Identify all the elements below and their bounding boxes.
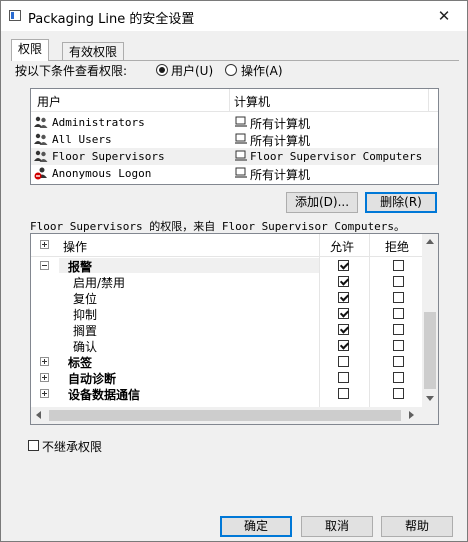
allow-checkbox[interactable] [338, 276, 349, 287]
radio-by-user-label[interactable]: 用户(U) [171, 62, 213, 79]
cancel-button[interactable]: 取消 [301, 516, 373, 537]
scroll-down-arrow-icon[interactable] [426, 396, 434, 401]
computer-name: 所有计算机 [250, 117, 311, 131]
permission-label: 搁置 [73, 324, 98, 338]
deny-checkbox[interactable] [393, 260, 404, 271]
allow-checkbox[interactable] [338, 388, 349, 399]
remove-button[interactable]: 删除(R) [365, 192, 437, 213]
permission-group-tags[interactable]: 标签 [31, 354, 423, 370]
deny-checkbox[interactable] [393, 388, 404, 399]
permission-row[interactable]: 搁置 [31, 322, 423, 338]
deny-checkbox[interactable] [393, 356, 404, 367]
computer-icon [235, 150, 247, 161]
deny-checkbox[interactable] [393, 372, 404, 383]
permissions-grid[interactable]: 操作 允许 拒绝 报警 启用/禁用 复位 抑制 搁置 确认 标签 自动诊断 设备… [30, 233, 439, 425]
expand-all-icon[interactable] [40, 240, 49, 249]
permission-label: 抑制 [73, 308, 98, 322]
list-item[interactable]: Administrators 所有计算机 [31, 114, 438, 131]
permission-row[interactable]: 复位 [31, 290, 423, 306]
computer-icon [235, 133, 247, 144]
allow-checkbox[interactable] [338, 308, 349, 319]
permission-row[interactable]: 抑制 [31, 306, 423, 322]
tab-permissions[interactable]: 权限 [11, 39, 50, 61]
user-name: Anonymous Logon [52, 167, 152, 180]
inherit-permissions-label[interactable]: 不继承权限 [42, 438, 102, 455]
permission-label: 设备数据通信 [68, 388, 141, 402]
expand-icon[interactable] [40, 389, 49, 398]
scroll-right-arrow-icon[interactable] [409, 411, 414, 419]
close-icon: ✕ [437, 7, 451, 25]
permission-group-auto-diagnostics[interactable]: 自动诊断 [31, 370, 423, 386]
permission-label: 标签 [68, 356, 93, 370]
permission-label: 自动诊断 [68, 372, 117, 386]
user-group-icon [34, 133, 48, 145]
permissions-header: 操作 允许 拒绝 [31, 234, 423, 257]
permission-label: 确认 [73, 340, 98, 354]
allow-checkbox[interactable] [338, 260, 349, 271]
radio-by-action-label[interactable]: 操作(A) [241, 62, 283, 79]
vertical-scrollbar[interactable] [422, 234, 438, 407]
expand-icon[interactable] [40, 357, 49, 366]
collapse-icon[interactable] [40, 261, 49, 270]
anonymous-user-icon [34, 167, 47, 180]
user-name: All Users [52, 133, 112, 146]
window-title: Packaging Line 的安全设置 [28, 12, 195, 27]
radio-by-user[interactable] [156, 64, 168, 76]
tab-effective-permissions[interactable]: 有效权限 [62, 42, 125, 60]
deny-checkbox[interactable] [393, 292, 404, 303]
deny-checkbox[interactable] [393, 276, 404, 287]
computer-name: 所有计算机 [250, 134, 311, 148]
permission-group-alarms[interactable]: 报警 [31, 258, 423, 274]
expand-icon[interactable] [40, 373, 49, 382]
computer-name: 所有计算机 [250, 168, 311, 182]
column-header-user[interactable]: 用户 [37, 93, 61, 110]
horizontal-scrollbar[interactable] [31, 407, 422, 424]
help-button[interactable]: 帮助 [381, 516, 453, 537]
scrollbar-thumb[interactable] [49, 410, 401, 421]
radio-by-action[interactable] [225, 64, 237, 76]
ok-button[interactable]: 确定 [220, 516, 292, 537]
deny-checkbox[interactable] [393, 340, 404, 351]
permissions-caption: Floor Supervisors 的权限，来自 Floor Superviso… [30, 220, 406, 233]
user-name: Floor Supervisors [52, 150, 165, 163]
scrollbar-thumb[interactable] [424, 312, 436, 389]
computer-name: Floor Supervisor Computers [250, 150, 423, 163]
computer-icon [235, 116, 247, 127]
list-item[interactable]: Anonymous Logon 所有计算机 [31, 165, 438, 182]
allow-checkbox[interactable] [338, 292, 349, 303]
permission-group-device-data-comm[interactable]: 设备数据通信 [31, 386, 423, 402]
permission-row[interactable]: 确认 [31, 338, 423, 354]
close-button[interactable]: ✕ [421, 1, 467, 31]
permission-label: 报警 [68, 260, 93, 274]
user-name: Administrators [52, 116, 145, 129]
column-header-action[interactable]: 操作 [63, 238, 87, 255]
allow-checkbox[interactable] [338, 356, 349, 367]
title-bar: Packaging Line 的安全设置 ✕ [1, 1, 467, 31]
view-by-label: 按以下条件查看权限: [15, 64, 128, 78]
deny-checkbox[interactable] [393, 324, 404, 335]
security-settings-dialog: Packaging Line 的安全设置 ✕ 权限 有效权限 按以下条件查看权限… [0, 0, 468, 542]
column-header-computer[interactable]: 计算机 [234, 93, 270, 110]
list-header: 用户 计算机 [31, 89, 438, 112]
computer-icon [235, 167, 247, 178]
permission-label: 复位 [73, 292, 98, 306]
permission-label: 启用/禁用 [73, 276, 126, 290]
permission-row[interactable]: 启用/禁用 [31, 274, 423, 290]
allow-checkbox[interactable] [338, 372, 349, 383]
scroll-up-arrow-icon[interactable] [426, 239, 434, 244]
deny-checkbox[interactable] [393, 308, 404, 319]
user-computer-list[interactable]: 用户 计算机 Administrators 所有计算机 All Users 所有… [30, 88, 439, 185]
inherit-permissions-checkbox[interactable] [28, 440, 39, 451]
column-header-allow[interactable]: 允许 [330, 238, 354, 255]
add-button[interactable]: 添加(D)... [286, 192, 358, 213]
scroll-left-arrow-icon[interactable] [36, 411, 41, 419]
column-header-deny[interactable]: 拒绝 [385, 238, 409, 255]
allow-checkbox[interactable] [338, 324, 349, 335]
allow-checkbox[interactable] [338, 340, 349, 351]
user-group-icon [34, 150, 48, 162]
list-item-selected[interactable]: Floor Supervisors Floor Supervisor Compu… [31, 148, 438, 165]
user-group-icon [34, 116, 48, 128]
window-icon [9, 10, 21, 21]
list-item[interactable]: All Users 所有计算机 [31, 131, 438, 148]
